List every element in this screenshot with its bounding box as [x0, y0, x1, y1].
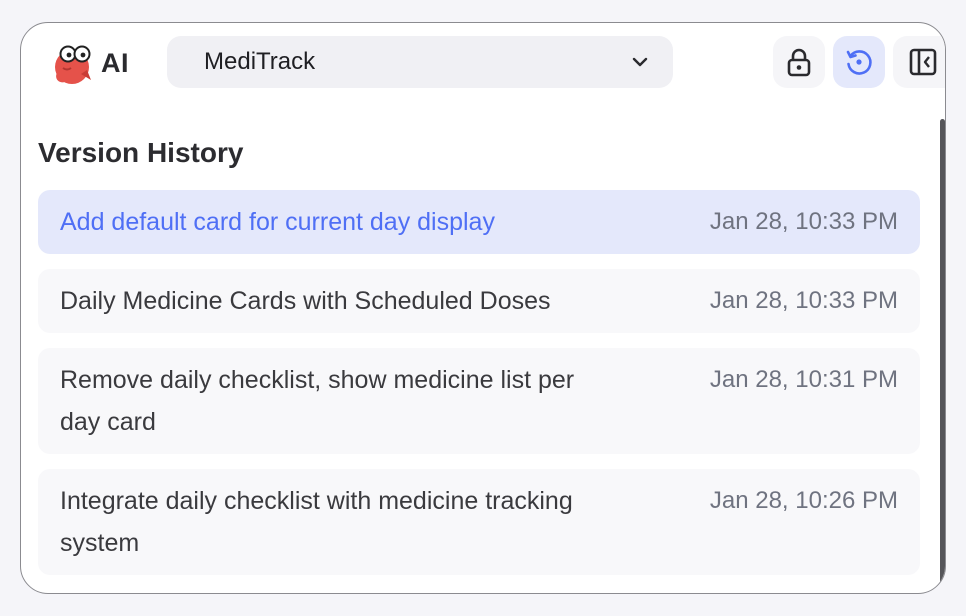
ai-label: AI [101, 47, 129, 78]
version-time: Jan 28, 10:31 PM [709, 366, 898, 393]
version-time: Jan 28, 10:33 PM [709, 287, 898, 314]
history-icon [846, 50, 872, 75]
version-history-panel: AI MediTrack Version History Add default… [20, 22, 946, 594]
project-select[interactable]: MediTrack [167, 36, 673, 88]
project-select-value: MediTrack [204, 48, 316, 75]
sidebar-toggle-icon [909, 48, 937, 76]
section-title: Version History [38, 137, 244, 168]
version-message: Add default card for current day display [60, 208, 495, 236]
version-item[interactable]: Add default card for current day display… [38, 190, 920, 254]
version-list: Add default card for current day display… [38, 190, 920, 590]
version-message: Remove daily checklist, show medicine li… [60, 366, 575, 436]
version-message: Integrate daily checklist with medicine … [60, 487, 573, 557]
version-item[interactable]: Daily Medicine Cards with Scheduled Dose… [38, 269, 920, 333]
chevron-down-icon [632, 57, 648, 67]
sidebar-toggle-button[interactable] [893, 36, 945, 88]
version-time: Jan 28, 10:26 PM [709, 487, 898, 514]
app-logo: AI [51, 40, 129, 86]
history-button[interactable] [833, 36, 885, 88]
scrollbar[interactable] [940, 119, 945, 593]
mascot-icon [55, 45, 91, 84]
lock-icon [787, 48, 811, 77]
version-message: Daily Medicine Cards with Scheduled Dose… [60, 287, 551, 315]
lock-button[interactable] [773, 36, 825, 88]
header: AI MediTrack [21, 23, 945, 113]
version-time: Jan 28, 10:33 PM [709, 208, 898, 235]
version-item[interactable]: Integrate daily checklist with medicine … [38, 469, 920, 575]
version-item[interactable]: Remove daily checklist, show medicine li… [38, 348, 920, 454]
